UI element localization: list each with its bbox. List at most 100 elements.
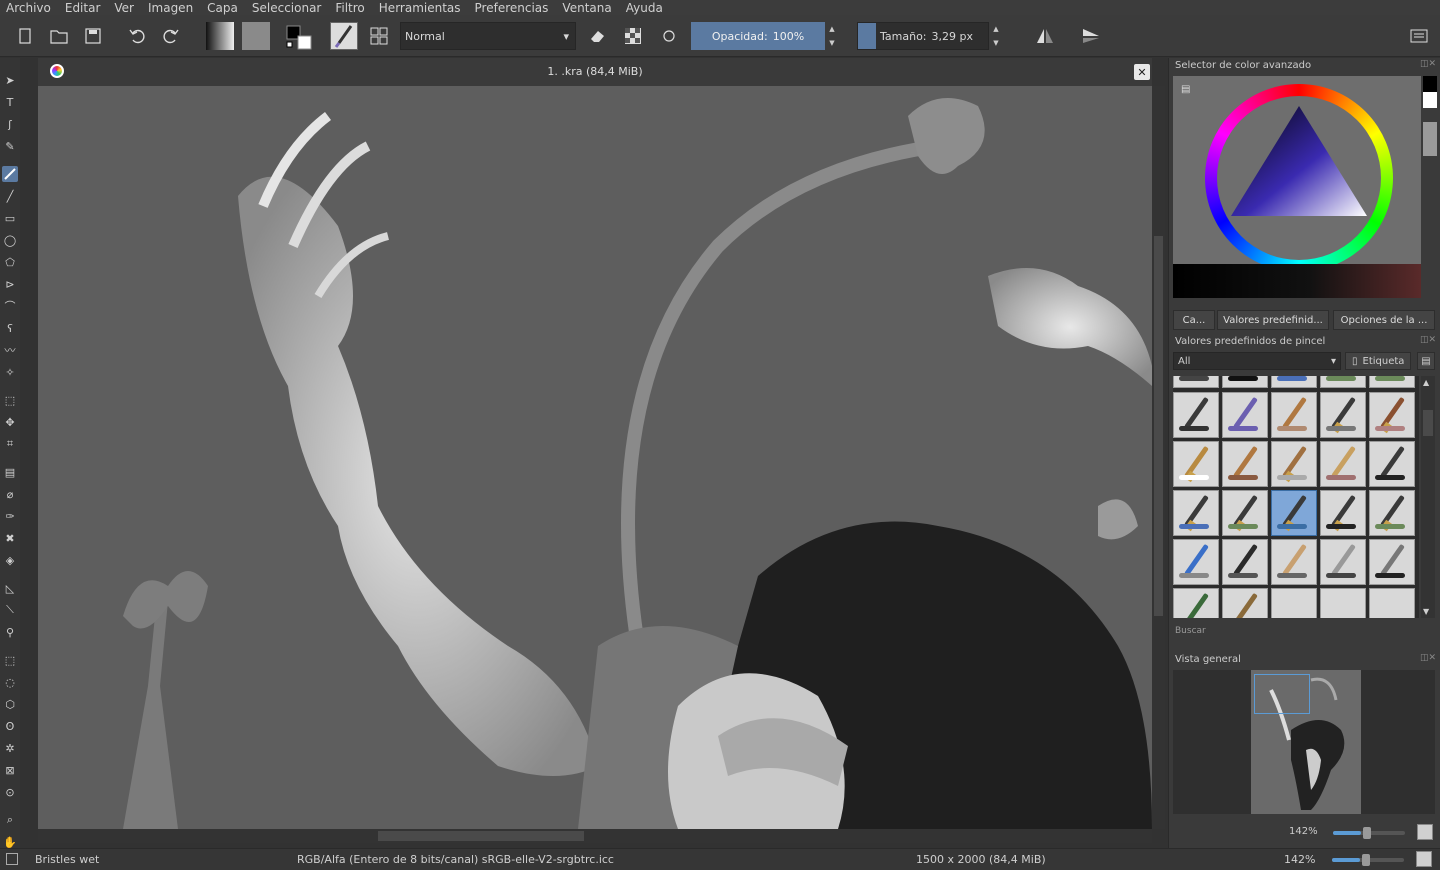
ellipse-select-icon[interactable]: ◌ xyxy=(2,674,18,690)
scroll-down-icon[interactable]: ▼ xyxy=(1423,607,1429,616)
brush-preset[interactable] xyxy=(1173,392,1219,438)
transform-tool-icon[interactable]: ⬚ xyxy=(2,392,18,408)
opacity-slider[interactable]: Opacidad: 100% xyxy=(691,22,825,50)
brush-grid-scrollbar[interactable]: ▲ ▼ xyxy=(1421,376,1435,618)
bezier-select-icon[interactable]: ⊙ xyxy=(2,784,18,800)
brush-preset[interactable] xyxy=(1222,376,1268,388)
freehand-brush-icon[interactable] xyxy=(2,166,18,182)
move-tool-icon[interactable]: ✥ xyxy=(2,414,18,430)
selector-menu-icon[interactable]: ▤ xyxy=(1181,84,1195,96)
brush-preset[interactable] xyxy=(1173,376,1219,388)
brush-preset[interactable] xyxy=(1320,539,1366,585)
menu-editar[interactable]: Editar xyxy=(65,1,101,15)
brush-preset[interactable] xyxy=(1173,588,1219,618)
brush-preset[interactable] xyxy=(1320,490,1366,536)
multibrush-icon[interactable]: ✧ xyxy=(2,364,18,380)
crop-tool-icon[interactable]: ⌗ xyxy=(2,436,18,452)
brush-preset[interactable] xyxy=(1369,441,1415,487)
zoom-fit-icon[interactable] xyxy=(1417,824,1433,840)
brush-preset[interactable] xyxy=(1173,441,1219,487)
zoom-tool-icon[interactable]: ⌕ xyxy=(2,812,18,828)
brush-preset[interactable] xyxy=(1320,392,1366,438)
brush-preset[interactable] xyxy=(1369,376,1415,388)
saturation-triangle[interactable] xyxy=(1217,96,1381,260)
overview-zoom-slider[interactable] xyxy=(1333,827,1405,839)
brush-preset[interactable] xyxy=(1271,441,1317,487)
menu-preferencias[interactable]: Preferencias xyxy=(475,1,549,15)
menu-ayuda[interactable]: Ayuda xyxy=(626,1,663,15)
dynamic-brush-icon[interactable]: 〰 xyxy=(2,342,18,358)
presets-menu-icon[interactable]: ▤ xyxy=(1417,352,1435,370)
vertical-scrollbar[interactable] xyxy=(1152,86,1165,829)
select-shapes-icon[interactable]: ➤ xyxy=(2,72,18,88)
reload-preset-icon[interactable] xyxy=(656,22,682,50)
gradient-tool-icon[interactable]: ▤ xyxy=(2,464,18,480)
docker-float-close-icon[interactable]: ◫✕ xyxy=(1420,335,1436,345)
calligraphy-icon[interactable]: ʃ xyxy=(2,116,18,132)
open-folder-icon[interactable] xyxy=(46,22,72,50)
workspace-icon[interactable] xyxy=(366,22,392,50)
hue-ring[interactable] xyxy=(1205,84,1393,272)
brush-preset[interactable] xyxy=(1369,539,1415,585)
edit-shapes-icon[interactable]: ✎ xyxy=(2,138,18,154)
horizontal-scroll-thumb[interactable] xyxy=(378,831,584,841)
undo-icon[interactable] xyxy=(124,22,150,50)
brush-preset[interactable] xyxy=(1173,539,1219,585)
rectangle-tool-icon[interactable]: ▭ xyxy=(2,210,18,226)
canvas[interactable] xyxy=(38,86,1152,829)
menu-filtro[interactable]: Filtro xyxy=(335,1,364,15)
colorize-mask-icon[interactable]: ✖ xyxy=(2,530,18,546)
eraser-icon[interactable] xyxy=(584,22,610,50)
similar-select-icon[interactable]: ⊠ xyxy=(2,762,18,778)
scroll-up-icon[interactable]: ▲ xyxy=(1423,378,1429,387)
opacity-spinner[interactable]: ▲ ▼ xyxy=(826,22,838,50)
color-picker-icon[interactable]: ⌀ xyxy=(2,486,18,502)
contiguous-select-icon[interactable]: ✲ xyxy=(2,740,18,756)
tag-filter-select[interactable]: All ▾ xyxy=(1173,352,1341,370)
zoom-slider[interactable] xyxy=(1332,854,1404,866)
brush-preset[interactable] xyxy=(1222,441,1268,487)
brush-preset[interactable] xyxy=(1320,441,1366,487)
horizontal-scrollbar[interactable] xyxy=(38,829,1152,843)
tab-tool-options[interactable]: Opciones de la ... xyxy=(1333,310,1435,330)
brush-preset[interactable] xyxy=(1271,392,1317,438)
blend-mode-select[interactable]: Normal ▾ xyxy=(400,22,576,50)
tag-button[interactable]: ▯ Etiqueta xyxy=(1345,352,1411,370)
brush-preset[interactable] xyxy=(1271,539,1317,585)
gradient-preset-icon[interactable] xyxy=(206,22,234,50)
zoom-knob[interactable] xyxy=(1362,854,1370,866)
overview-panel[interactable] xyxy=(1173,670,1435,814)
overview-viewport-frame[interactable] xyxy=(1254,674,1310,714)
foreground-swatch[interactable] xyxy=(1423,76,1437,92)
search-label[interactable]: Buscar xyxy=(1175,626,1206,636)
new-document-icon[interactable] xyxy=(12,22,38,50)
menu-archivo[interactable]: Archivo xyxy=(6,1,51,15)
menu-seleccionar[interactable]: Seleccionar xyxy=(252,1,321,15)
document-tab[interactable]: 1. .kra (84,4 MiB) ✕ xyxy=(38,58,1152,86)
color-history-strip[interactable] xyxy=(1173,264,1421,298)
measure-tool-icon[interactable]: ⟍ xyxy=(2,602,18,618)
dockers-menu-icon[interactable] xyxy=(1406,22,1432,50)
brush-preset[interactable] xyxy=(1173,490,1219,536)
fg-bg-color-icon[interactable] xyxy=(284,22,314,50)
brush-preset-selected[interactable] xyxy=(1271,490,1317,536)
reference-image-icon[interactable]: ⚲ xyxy=(2,624,18,640)
brush-preset[interactable] xyxy=(1320,376,1366,388)
alpha-lock-icon[interactable] xyxy=(620,22,646,50)
freehand-path-icon[interactable]: ʕ xyxy=(2,320,18,336)
size-spinner[interactable]: ▲ ▼ xyxy=(990,22,1002,50)
brush-preset[interactable] xyxy=(1222,392,1268,438)
freehand-select-icon[interactable]: ʘ xyxy=(2,718,18,734)
brush-preset[interactable] xyxy=(1320,588,1366,618)
ellipse-tool-icon[interactable]: ◯ xyxy=(2,232,18,248)
text-tool-icon[interactable]: T xyxy=(2,94,18,110)
rect-select-icon[interactable]: ⬚ xyxy=(2,652,18,668)
smart-patch-icon[interactable]: ✑ xyxy=(2,508,18,524)
swatch-scrollbar[interactable] xyxy=(1423,122,1437,156)
brush-preset[interactable] xyxy=(1369,588,1415,618)
docker-float-close-icon[interactable]: ◫✕ xyxy=(1420,59,1436,69)
size-slider[interactable]: Tamaño: 3,29 px xyxy=(857,22,989,50)
menu-capa[interactable]: Capa xyxy=(207,1,238,15)
redo-icon[interactable] xyxy=(158,22,184,50)
line-tool-icon[interactable]: ╱ xyxy=(2,188,18,204)
